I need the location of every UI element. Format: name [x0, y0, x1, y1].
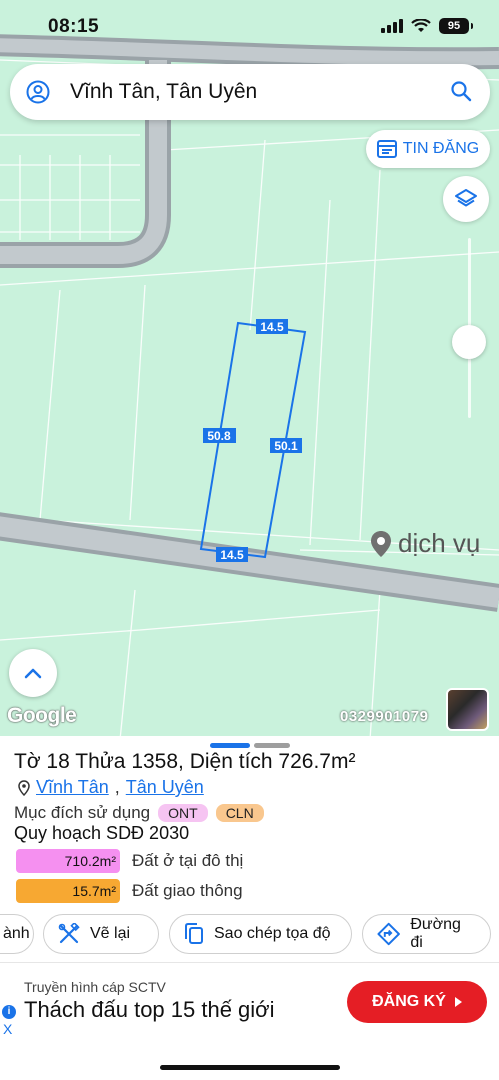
location-pin-icon	[371, 530, 391, 557]
dim-bottom-label: 14.5	[220, 548, 244, 562]
pager-dot[interactable]	[254, 743, 290, 748]
google-logo: Google	[7, 704, 77, 727]
search-text[interactable]: Vĩnh Tân, Tân Uyên	[70, 80, 257, 104]
tin-dang-label: TIN ĐĂNG	[402, 140, 480, 157]
plan-item: 15.7m² Đất giao thông	[16, 879, 243, 903]
purpose-tag-ont: ONT	[158, 804, 208, 822]
expand-up-button[interactable]	[9, 649, 57, 697]
copy-coordinates-button[interactable]: Sao chép tọa độ	[169, 914, 352, 954]
location-separator: ,	[114, 777, 120, 797]
purpose-label: Mục đích sử dụng	[14, 803, 151, 822]
layers-icon	[455, 189, 477, 207]
directions-label: Đường đi	[410, 916, 461, 951]
action-chips: ành Vẽ lại Sao chép tọa độ Đường đi	[0, 914, 499, 954]
directions-icon	[377, 922, 400, 946]
home-indicator[interactable]	[160, 1065, 340, 1070]
plan-area-bar: 710.2m²	[16, 849, 120, 873]
account-icon[interactable]	[26, 80, 50, 104]
redraw-button[interactable]: Vẽ lại	[43, 914, 159, 954]
status-time: 08:15	[48, 16, 100, 37]
search-icon[interactable]	[450, 80, 472, 102]
redraw-tools-icon	[58, 923, 80, 944]
partial-action-chip[interactable]: ành	[0, 914, 34, 954]
play-arrow-icon	[454, 997, 462, 1007]
street-view-thumbnail[interactable]	[446, 688, 489, 731]
phone-number-overlay: 0329901079	[340, 708, 429, 725]
copy-icon	[185, 923, 203, 944]
ad-info-icon[interactable]: i	[2, 1005, 16, 1019]
status-icons: 95	[381, 18, 473, 34]
copy-coordinates-label: Sao chép tọa độ	[214, 925, 331, 942]
purpose-tag-cln: CLN	[215, 804, 264, 822]
plan-item-label: Đất giao thông	[132, 881, 243, 900]
dim-left-label: 50.8	[207, 429, 231, 443]
opacity-slider-knob[interactable]	[452, 325, 486, 359]
tin-dang-button[interactable]: TIN ĐĂNG	[366, 130, 490, 168]
signal-icon	[381, 19, 403, 33]
poi-dich-vu[interactable]: dịch vụ	[370, 528, 480, 559]
sheet-pager[interactable]	[210, 743, 290, 748]
ad-banner[interactable]: Truyền hình cáp SCTV Thách đấu top 15 th…	[0, 962, 499, 1040]
ad-register-button[interactable]: ĐĂNG KÝ	[347, 981, 487, 1023]
land-purpose-row: Mục đích sử dụng ONT CLN	[14, 803, 264, 823]
redraw-label: Vẽ lại	[90, 925, 131, 942]
status-bar: 08:15 95	[0, 0, 499, 56]
home-area	[0, 1040, 499, 1080]
ad-title: Thách đấu top 15 thế giới	[24, 997, 275, 1022]
battery-icon: 95	[439, 18, 473, 34]
dim-top-label: 14.5	[260, 320, 284, 334]
location-pin-icon	[18, 779, 30, 796]
ad-subtitle: Truyền hình cáp SCTV	[24, 979, 166, 995]
plan-item-label: Đất ở tại đô thị	[132, 851, 244, 870]
chevron-up-icon	[24, 668, 42, 679]
pager-dot-active[interactable]	[210, 743, 250, 748]
plan-item: 710.2m² Đất ở tại đô thị	[16, 849, 243, 873]
listing-icon	[376, 140, 397, 158]
location-link-district[interactable]: Tân Uyên	[126, 777, 204, 798]
plan-title: Quy hoạch SDĐ 2030	[14, 823, 190, 843]
ad-close-icon[interactable]: X	[3, 1021, 12, 1037]
layers-button[interactable]	[443, 176, 489, 222]
wifi-icon	[411, 19, 431, 32]
plan-area-bar: 15.7m²	[16, 879, 120, 903]
ad-register-label: ĐĂNG KÝ	[372, 993, 446, 1010]
dim-right-label: 50.1	[274, 439, 298, 453]
location-link-ward[interactable]: Vĩnh Tân	[36, 777, 109, 798]
search-bar[interactable]: Vĩnh Tân, Tân Uyên	[10, 64, 490, 120]
parcel-title: Tờ 18 Thửa 1358, Diện tích 726.7m²	[14, 750, 356, 773]
directions-button[interactable]: Đường đi	[362, 914, 491, 954]
parcel-location: Vĩnh Tân, Tân Uyên	[18, 777, 204, 798]
partial-action-label: ành	[3, 925, 30, 942]
poi-label: dịch vụ	[398, 528, 481, 558]
